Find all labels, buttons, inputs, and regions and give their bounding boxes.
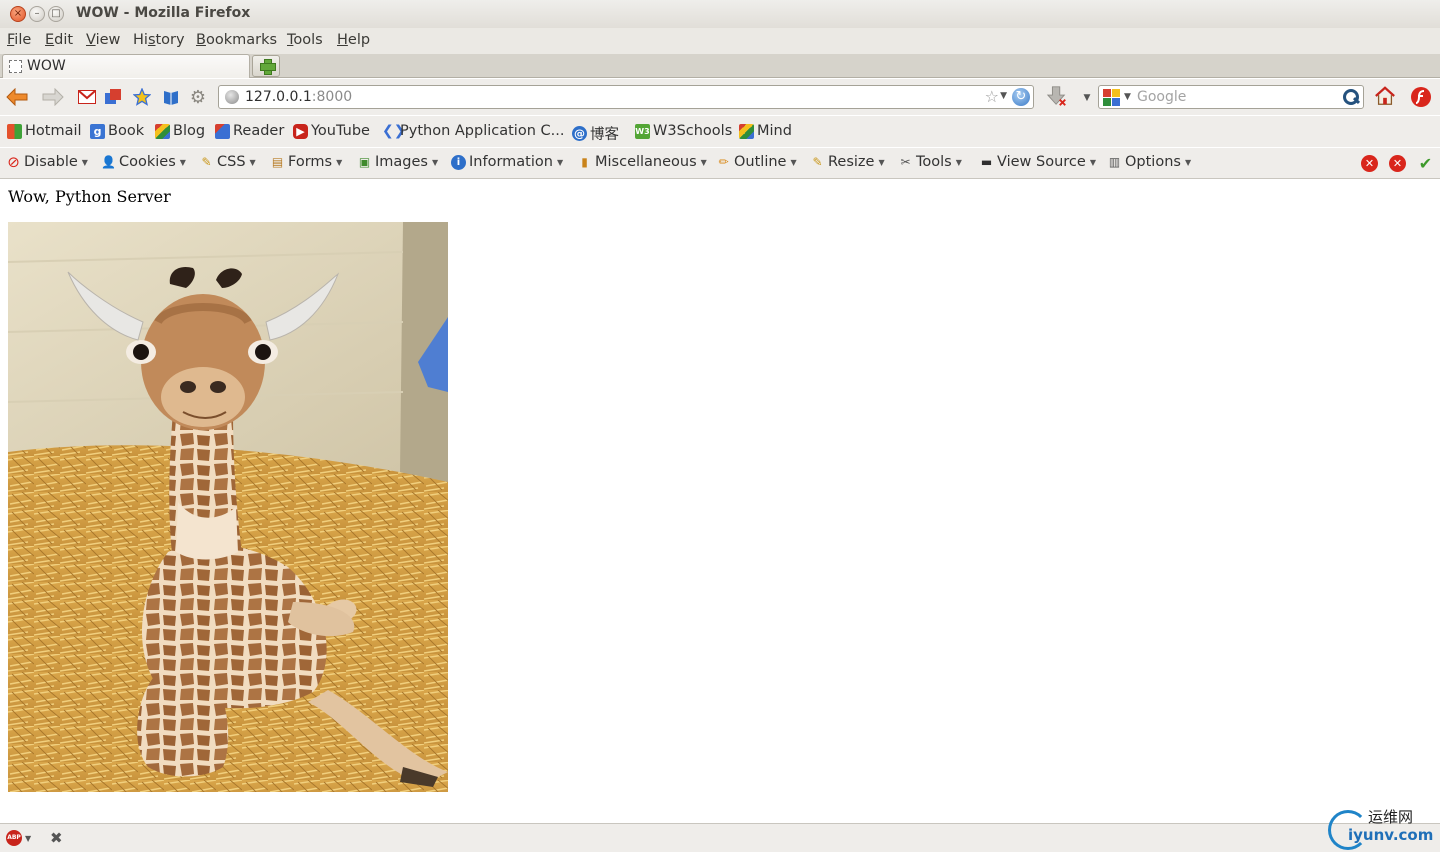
tab-strip: WOW [0, 54, 1440, 78]
page-content: Wow, Python Server [0, 180, 1440, 823]
youtube-icon: ▶ [293, 123, 308, 139]
bookmark-w3schools[interactable]: W3 W3Schools [635, 123, 732, 139]
downloads-dropdown-icon[interactable]: ▼ [1076, 87, 1098, 109]
url-text: 127.0.0.1:8000 [245, 89, 353, 105]
new-tab-button[interactable] [252, 55, 280, 77]
home-icon[interactable] [1374, 85, 1396, 107]
view-source-icon: ▬ [980, 154, 993, 169]
url-history-dropdown-icon[interactable]: ▼ [1000, 91, 1007, 101]
information-icon: i [451, 154, 466, 170]
menu-bookmarks[interactable]: Bookmarks [196, 32, 277, 48]
resize-icon: ✎ [812, 154, 823, 169]
menu-view[interactable]: View [86, 32, 120, 48]
dev-resize-menu[interactable]: ✎ Resize ▼ [810, 154, 884, 170]
forms-icon: ▤ [271, 154, 284, 169]
windows-icon [7, 123, 22, 139]
flash-plugin-icon[interactable] [1410, 86, 1432, 108]
dev-forms-menu[interactable]: ▤ Forms ▼ [270, 154, 342, 170]
cookies-icon: 👤 [101, 154, 116, 169]
miscellaneous-icon: ▮ [581, 154, 588, 169]
window-title: WOW - Mozilla Firefox [76, 5, 251, 21]
window-minimize-button[interactable]: – [29, 6, 45, 22]
bookmark-python-app[interactable]: ❮❯ Python Application C... [382, 123, 564, 139]
engine-dropdown-icon[interactable]: ▼ [1124, 92, 1131, 102]
blank-page-icon [9, 60, 22, 73]
close-icon[interactable]: ✖ [50, 829, 63, 847]
tab-label: WOW [27, 58, 66, 74]
adblock-plus-icon[interactable]: ABP [6, 830, 22, 846]
blog-cn-icon: @ [572, 126, 587, 141]
watermark-domain-text: iyunv.com [1348, 826, 1434, 844]
watermark-cn-text: 运维网 [1368, 808, 1414, 826]
dev-disable-menu[interactable]: ⊘ Disable ▼ [6, 154, 88, 170]
search-bar[interactable]: ▼ Google [1098, 85, 1364, 109]
dev-tools-menu[interactable]: ✂ Tools ▼ [898, 154, 961, 170]
status-bar: ABP ▼ ✖ 运维网 iyunv.com [0, 808, 1440, 852]
title-bar: × – □ WOW - Mozilla Firefox [0, 0, 1440, 28]
dev-outline-menu[interactable]: ✏ Outline ▼ [716, 154, 796, 170]
menu-bar: File Edit View History Bookmarks Tools H… [0, 28, 1440, 54]
tab-wow[interactable]: WOW [2, 54, 250, 78]
tools-icon: ✂ [900, 154, 911, 169]
outline-icon: ✏ [718, 154, 729, 169]
window-maximize-button[interactable]: □ [48, 6, 64, 22]
gear-icon[interactable]: ⚙ [187, 86, 209, 108]
css-icon: ✎ [201, 154, 212, 169]
g-book-icon: g [90, 123, 105, 139]
bookmarks-toolbar: Hotmail g Book Blog Reader ▶ YouTube ❮❯ Pyt… [0, 116, 1440, 147]
menu-tools[interactable]: Tools [287, 32, 323, 48]
dev-cookies-menu[interactable]: 👤 Cookies ▼ [101, 154, 186, 170]
dev-options-menu[interactable]: ▥ Options ▼ [1107, 154, 1191, 170]
google-engine-icon[interactable] [1103, 89, 1121, 107]
window-close-button[interactable]: × [10, 6, 26, 22]
bookmark-star-icon[interactable]: ☆ [985, 87, 999, 106]
w3schools-icon: W3 [635, 123, 650, 139]
mind-icon [739, 123, 754, 139]
reader-icon [215, 123, 230, 139]
site-identity-icon[interactable] [225, 90, 239, 104]
address-bar[interactable]: 127.0.0.1:8000 ☆ ▼ ↻ [218, 85, 1034, 109]
navigation-bar: ⚙ 127.0.0.1:8000 ☆ ▼ ↻ ▼ ▼ Google [0, 79, 1440, 115]
css-error-icon[interactable]: ✕ [1361, 155, 1378, 172]
menu-help[interactable]: Help [337, 32, 370, 48]
adblock-dropdown-icon[interactable]: ▼ [25, 834, 31, 843]
bookmark-youtube[interactable]: ▶ YouTube [293, 123, 370, 139]
bookmark-reader[interactable]: Reader [215, 123, 284, 139]
search-icon[interactable] [1342, 88, 1360, 106]
disable-icon: ⊘ [7, 152, 20, 171]
tab-groups-icon[interactable] [102, 86, 124, 108]
dev-view-source-menu[interactable]: ▬ View Source ▼ [979, 154, 1096, 170]
google-code-icon: ❮❯ [382, 122, 406, 139]
watermark-logo: 运维网 iyunv.com [1328, 806, 1438, 852]
page-heading: Wow, Python Server [8, 187, 171, 206]
gmail-icon[interactable] [76, 86, 98, 108]
menu-file[interactable]: File [7, 32, 31, 48]
blogger-icon [155, 123, 170, 139]
star-bookmark-icon[interactable] [131, 86, 153, 108]
search-input[interactable]: Google [1137, 89, 1186, 105]
readitlater-icon[interactable] [160, 86, 182, 108]
back-arrow-icon[interactable] [6, 86, 28, 108]
js-error-icon[interactable]: ✕ [1389, 155, 1406, 172]
dev-css-menu[interactable]: ✎ CSS ▼ [199, 154, 255, 170]
bookmark-book[interactable]: g Book [90, 123, 144, 139]
plus-icon [260, 59, 276, 75]
dev-images-menu[interactable]: ▣ Images ▼ [357, 154, 438, 170]
web-developer-toolbar: ⊘ Disable ▼ 👤 Cookies ▼ ✎ CSS ▼ ▤ Forms ▼ ▣ Image… [0, 148, 1440, 179]
forward-arrow-icon[interactable] [42, 86, 64, 108]
images-icon: ▣ [358, 154, 371, 169]
standards-ok-icon[interactable]: ✔ [1417, 155, 1434, 172]
reload-icon[interactable]: ↻ [1012, 88, 1030, 106]
menu-history[interactable]: History [133, 32, 185, 48]
giraffe-photo [8, 222, 448, 792]
bookmark-blog[interactable]: Blog [155, 123, 205, 139]
dev-information-menu[interactable]: i Information ▼ [451, 154, 563, 170]
download-blocked-icon[interactable] [1046, 85, 1068, 107]
options-icon: ▥ [1108, 154, 1121, 169]
bookmark-mind[interactable]: Mind [739, 123, 792, 139]
dev-miscellaneous-menu[interactable]: ▮ Miscellaneous ▼ [577, 154, 707, 170]
menu-edit[interactable]: Edit [45, 32, 73, 48]
bookmark-hotmail[interactable]: Hotmail [7, 123, 82, 139]
bookmark-cn-blog[interactable]: @ 博客 [572, 123, 619, 144]
